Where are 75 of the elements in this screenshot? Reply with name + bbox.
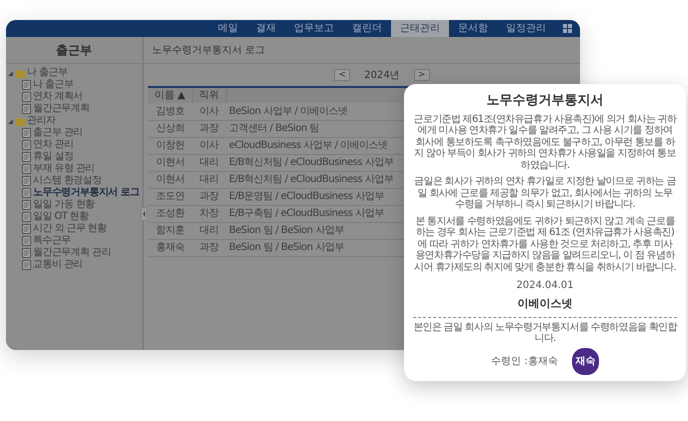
document-icon <box>22 224 31 234</box>
menu-tab[interactable]: 근태관리 <box>391 20 449 37</box>
app-grid-icon[interactable] <box>563 24 572 33</box>
signature-seal: 재숙 <box>572 348 599 374</box>
table-cell: 김병호 <box>148 103 192 120</box>
sidebar-title: 출근부 <box>6 37 142 64</box>
table-cell: 대리 <box>192 154 226 171</box>
document-icon <box>22 260 31 270</box>
table-cell: 과장 <box>192 120 226 137</box>
document-icon <box>22 212 31 222</box>
expanded-arrow-icon[interactable] <box>8 70 13 76</box>
sidebar-item[interactable]: 나 출근부 <box>33 79 74 91</box>
menu-tab[interactable]: 캘린더 <box>343 20 391 37</box>
table-cell: 대리 <box>192 171 226 188</box>
table-cell: 차장 <box>192 205 226 222</box>
table-cell: 조성환 <box>148 205 192 222</box>
table-cell: 대리 <box>192 222 226 239</box>
menu-tab[interactable]: 업무보고 <box>285 20 343 37</box>
document-icon <box>22 104 31 114</box>
table-cell: 이현서 <box>148 171 192 188</box>
sidebar-item[interactable]: 특수근무 <box>33 235 71 247</box>
column-header[interactable]: 이름 ▲ <box>148 87 192 103</box>
document-icon <box>22 200 31 210</box>
folder-icon <box>15 68 25 78</box>
sidebar-item[interactable]: 노무수령거부통지서 로그 <box>33 187 140 199</box>
table-cell: 함지훈 <box>148 222 192 239</box>
table-cell: 신상희 <box>148 120 192 137</box>
document-icon <box>22 176 31 186</box>
table-cell: 홍재숙 <box>148 239 192 256</box>
sidebar-item[interactable]: 휴일 설정 <box>33 151 74 163</box>
previous-year-button[interactable]: < <box>334 69 350 81</box>
year-label: 2024년 <box>364 68 400 82</box>
table-cell: 이창헌 <box>148 137 192 154</box>
document-icon <box>22 92 31 102</box>
recipient-label: 수령인 :홍재숙 <box>491 354 558 368</box>
sidebar-item[interactable]: 연차 계획서 <box>33 91 83 103</box>
document-icon <box>22 152 31 162</box>
company-name: 이베이스넷 <box>516 296 574 312</box>
menu-tab[interactable]: 결재 <box>247 20 285 37</box>
document-icon <box>22 164 31 174</box>
document-icon <box>22 128 31 138</box>
sidebar-item[interactable]: 월간근무계획 <box>33 103 90 115</box>
confirmation-text: 본인은 금일 회사의 노무수령거부통지서를 수령하였음을 확인합니다. <box>413 322 677 344</box>
menu-tab[interactable]: 문서함 <box>449 20 497 37</box>
folder-icon <box>15 116 25 126</box>
document-icon <box>22 248 31 258</box>
table-cell: 이현서 <box>148 154 192 171</box>
sidebar-item[interactable]: 출근부 관리 <box>33 127 83 139</box>
collapse-handle-icon[interactable] <box>141 207 147 221</box>
sidebar-item[interactable]: 부재 유형 관리 <box>33 163 95 175</box>
sidebar-item[interactable]: 나 출근부 <box>27 67 68 79</box>
column-header[interactable]: 직위 <box>192 87 226 103</box>
sidebar-item[interactable]: 시간 외 근무 현황 <box>33 223 107 235</box>
sidebar-item[interactable]: 교통비 관리 <box>33 259 83 271</box>
table-cell: 과장 <box>192 188 226 205</box>
menu-tab[interactable]: 일정관리 <box>497 20 555 37</box>
sidebar-item[interactable]: 연차 관리 <box>33 139 74 151</box>
notice-date: 2024.04.01 <box>515 279 575 293</box>
page-title: 노무수령거부통지서 로그 <box>144 37 580 64</box>
table-cell: 이사 <box>192 137 226 154</box>
document-icon <box>22 140 31 150</box>
table-cell: 이사 <box>192 103 226 120</box>
sidebar-item[interactable]: 시스템 환경설정 <box>33 175 102 187</box>
sidebar-item[interactable]: 일일 OT 현황 <box>33 211 89 223</box>
sidebar-item[interactable]: 일일 가동 현황 <box>33 199 95 211</box>
document-icon <box>22 188 31 198</box>
sidebar-item[interactable]: 월간근무계획 관리 <box>33 247 111 259</box>
menu-tab[interactable]: 메일 <box>209 20 247 37</box>
document-icon <box>22 236 31 246</box>
table-cell: 과장 <box>192 239 226 256</box>
next-year-button[interactable]: > <box>414 69 430 81</box>
expanded-arrow-icon[interactable] <box>8 118 13 124</box>
sidebar-item[interactable]: 관리자 <box>27 115 56 127</box>
document-icon <box>22 80 31 90</box>
table-cell: 조도연 <box>148 188 192 205</box>
